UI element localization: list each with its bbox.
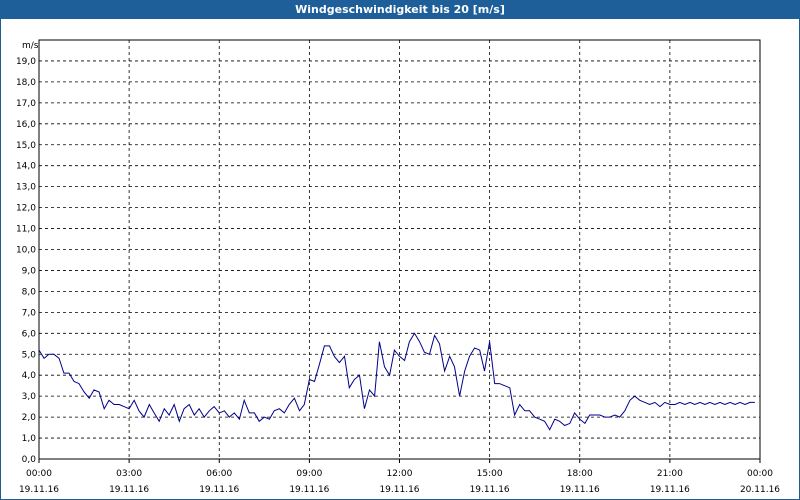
y-tick-label: 11,0 bbox=[16, 225, 36, 235]
x-tick-time-label: 00:00 bbox=[747, 469, 773, 479]
y-tick-label: 2,0 bbox=[22, 413, 37, 423]
x-tick-labels: 00:00 19.11.16 03:00 19.11.16 06:00 19.11.16 0… bbox=[19, 459, 780, 495]
y-tick-label: 8,0 bbox=[22, 287, 37, 297]
x-tick-date-label: 19.11.16 bbox=[19, 485, 59, 495]
y-tick-label: 0,0 bbox=[22, 455, 37, 465]
y-tick-label: 14,0 bbox=[16, 162, 36, 172]
y-tick-label: 1,0 bbox=[22, 434, 37, 444]
y-tick-label: 12,0 bbox=[16, 204, 36, 214]
grid bbox=[39, 40, 760, 459]
x-tick-time-label: 12:00 bbox=[387, 469, 413, 479]
x-tick-date-label: 19.11.16 bbox=[650, 485, 690, 495]
y-tick-label: 17,0 bbox=[16, 99, 36, 109]
x-tick-time-label: 09:00 bbox=[296, 469, 322, 479]
x-tick-date-label: 19.11.16 bbox=[199, 485, 239, 495]
y-tick-label: 4,0 bbox=[22, 371, 37, 381]
y-tick-label: 10,0 bbox=[16, 246, 36, 256]
y-tick-label: 16,0 bbox=[16, 120, 36, 130]
x-tick-time-label: 15:00 bbox=[477, 469, 503, 479]
x-tick-time-label: 06:00 bbox=[206, 469, 232, 479]
y-tick-label: 18,0 bbox=[16, 78, 36, 88]
x-tick-date-label: 19.11.16 bbox=[470, 485, 510, 495]
x-tick-date-label: 19.11.16 bbox=[109, 485, 149, 495]
y-tick-labels: 0,0 1,0 2,0 3,0 4,0 5,0 6,0 7,0 8,0 9,0 10,0 11,0 12… bbox=[16, 57, 36, 465]
x-tick-date-label: 19.11.16 bbox=[379, 485, 419, 495]
y-tick-label: 19,0 bbox=[16, 57, 36, 67]
x-tick-date-label: 20.11.16 bbox=[740, 485, 780, 495]
x-tick-time-label: 03:00 bbox=[116, 469, 142, 479]
wind-speed-chart: m/s 0,0 1,0 2,0 3,0 4,0 5,0 6,0 7,0 8,0 9,0 10,0 11… bbox=[16, 39, 780, 495]
y-tick-label: 9,0 bbox=[22, 266, 37, 276]
y-tick-label: 7,0 bbox=[22, 308, 37, 318]
y-tick-label: 5,0 bbox=[22, 350, 37, 360]
y-tick-label: 15,0 bbox=[16, 141, 36, 151]
y-tick-label: 3,0 bbox=[22, 392, 37, 402]
x-tick-time-label: 00:00 bbox=[26, 469, 52, 479]
wind-speed-series-line bbox=[38, 332, 755, 431]
y-axis-label: m/s bbox=[22, 41, 39, 51]
y-tick-label: 6,0 bbox=[22, 329, 37, 339]
x-tick-date-label: 19.11.16 bbox=[560, 485, 600, 495]
x-tick-time-label: 18:00 bbox=[567, 469, 593, 479]
x-tick-time-label: 21:00 bbox=[657, 469, 683, 479]
x-tick-date-label: 19.11.16 bbox=[289, 485, 329, 495]
y-tick-label: 13,0 bbox=[16, 183, 36, 193]
